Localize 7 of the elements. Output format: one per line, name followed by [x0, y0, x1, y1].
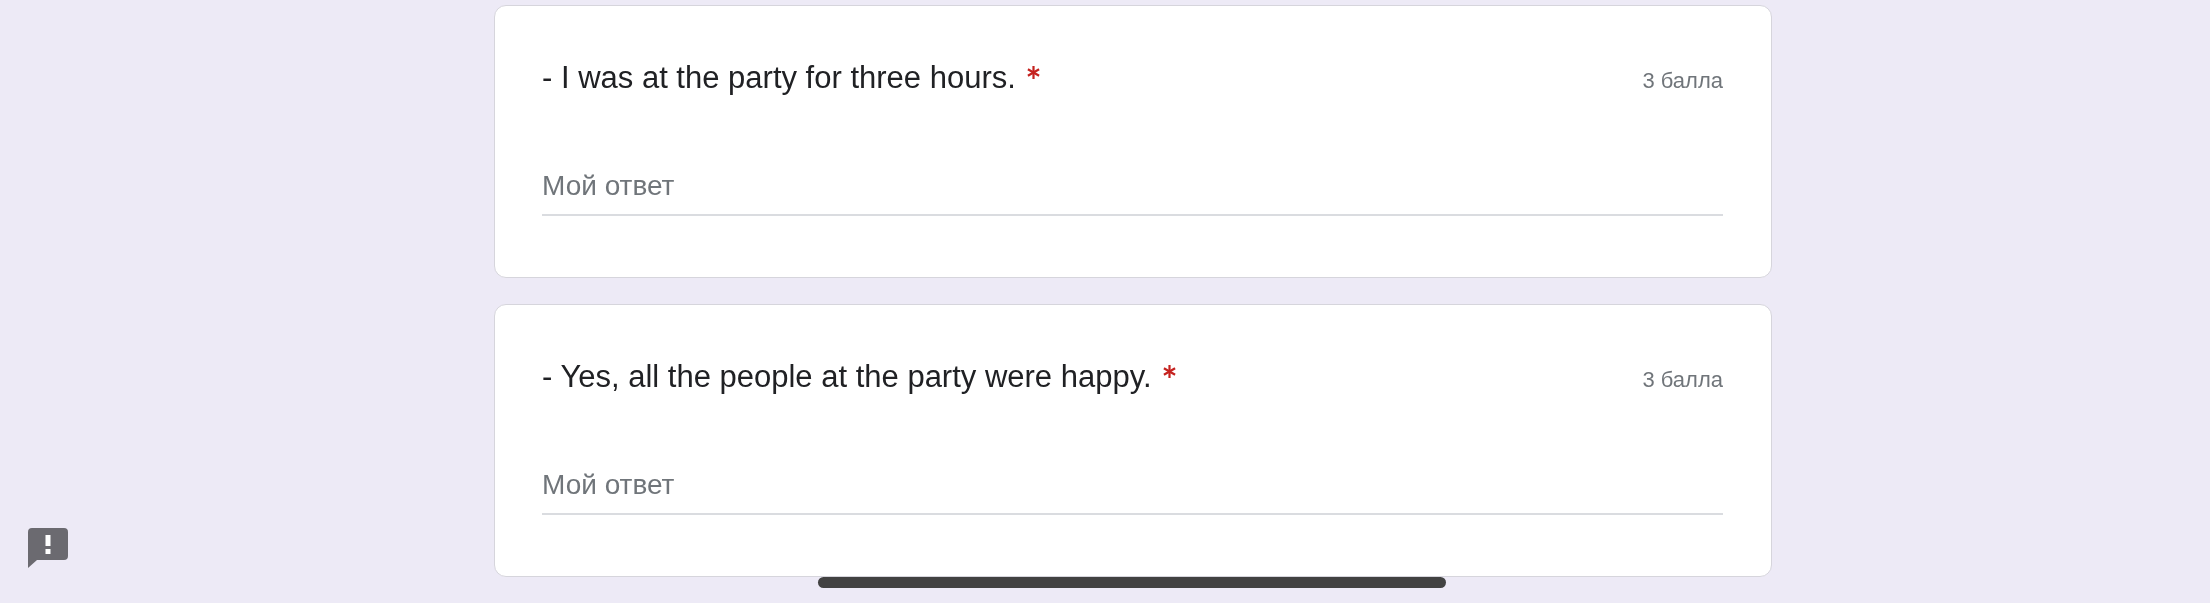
question-title: - I was at the party for three hours. — [542, 59, 1016, 97]
points-label: 3 балла — [1642, 67, 1723, 95]
feedback-icon[interactable] — [28, 528, 68, 568]
answer-field[interactable]: Мой ответ — [542, 169, 1723, 216]
points-label: 3 балла — [1642, 366, 1723, 394]
question-title: - Yes, all the people at the party were happy. — [542, 358, 1152, 396]
answer-field[interactable]: Мой ответ — [542, 468, 1723, 515]
